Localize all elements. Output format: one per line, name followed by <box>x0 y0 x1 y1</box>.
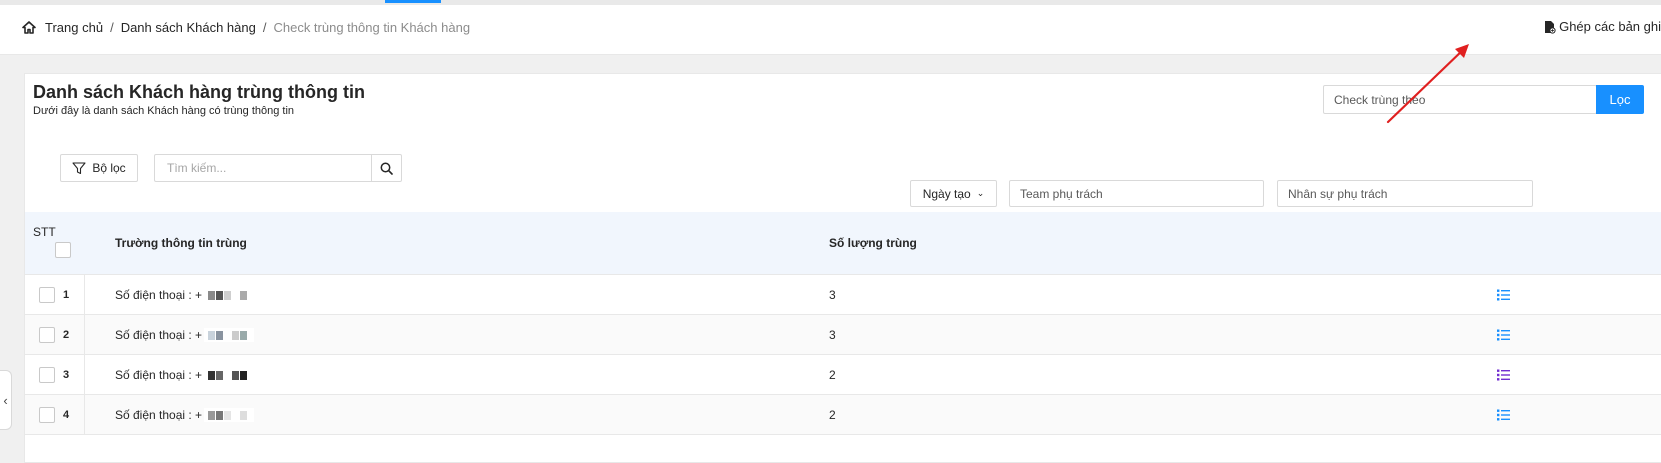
list-icon[interactable] <box>1497 289 1510 301</box>
duplicate-field-text: Số điện thoại : + <box>115 368 203 382</box>
duplicate-count: 3 <box>829 288 836 302</box>
team-in-charge-input[interactable] <box>1009 180 1264 207</box>
column-divider <box>84 275 85 315</box>
table-row: 1 Số điện thoại : + 3 <box>25 275 1661 315</box>
list-icon[interactable] <box>1497 409 1510 421</box>
redacted-phone <box>204 368 255 382</box>
duplicate-field-value: Số điện thoại : + <box>115 328 255 342</box>
duplicate-field-value: Số điện thoại : + <box>115 408 255 422</box>
page-title: Danh sách Khách hàng trùng thông tin <box>33 82 365 102</box>
redacted-phone <box>204 288 255 302</box>
duplicate-field-text: Số điện thoại : + <box>115 408 203 422</box>
select-all-checkbox[interactable] <box>55 242 71 258</box>
breadcrumb-current: Check trùng thông tin Khách hàng <box>273 20 471 35</box>
row-checkbox[interactable] <box>39 407 55 423</box>
redacted-phone <box>204 328 255 342</box>
funnel-icon <box>72 161 86 174</box>
breadcrumb-separator: / <box>110 20 114 35</box>
column-header-stt: STT <box>33 225 56 239</box>
row-number: 1 <box>63 289 70 301</box>
sidebar-collapse-toggle[interactable]: ‹ <box>0 370 12 430</box>
duplicate-field-text: Số điện thoại : + <box>115 288 203 302</box>
row-number: 3 <box>63 369 70 381</box>
created-date-label: Ngày tạo <box>922 186 971 201</box>
row-number: 4 <box>63 409 70 421</box>
check-duplicate-by-input[interactable] <box>1323 85 1597 114</box>
duplicate-field-text: Số điện thoại : + <box>115 328 203 342</box>
merge-records-button[interactable]: Ghép các bản ghi <box>1544 19 1661 34</box>
table-row: 3 Số điện thoại : + 2 <box>25 355 1661 395</box>
magnifier-icon <box>380 162 393 175</box>
redacted-phone <box>204 408 255 422</box>
breadcrumb: Trang chủ / Danh sách Khách hàng / Check… <box>22 20 470 35</box>
filter-button[interactable]: Bộ lọc <box>60 154 138 182</box>
breadcrumb-home[interactable]: Trang chủ <box>45 20 103 35</box>
staff-in-charge-input[interactable] <box>1277 180 1533 207</box>
duplicate-customers-card: Danh sách Khách hàng trùng thông tin Dướ… <box>24 73 1661 463</box>
chevron-down-icon: ⌄ <box>976 188 985 198</box>
row-checkbox[interactable] <box>39 287 55 303</box>
active-nav-indicator <box>385 0 441 3</box>
column-divider <box>84 355 85 395</box>
duplicates-table: STT Trường thông tin trùng Số lượng trùn… <box>25 212 1661 435</box>
file-merge-icon <box>1545 20 1556 34</box>
duplicate-field-value: Số điện thoại : + <box>115 368 255 382</box>
breadcrumb-customer-list[interactable]: Danh sách Khách hàng <box>121 20 256 35</box>
merge-records-label: Ghép các bản ghi <box>1559 19 1661 34</box>
duplicate-field-value: Số điện thoại : + <box>115 288 255 302</box>
home-icon[interactable] <box>22 21 36 34</box>
filter-button-label: Bộ lọc <box>92 161 126 175</box>
table-row: 4 Số điện thoại : + 2 <box>25 395 1661 435</box>
table-header: STT Trường thông tin trùng Số lượng trùn… <box>25 212 1661 275</box>
table-row: 2 Số điện thoại : + 3 <box>25 315 1661 355</box>
column-header-duplicate-field: Trường thông tin trùng <box>115 236 247 250</box>
search-button[interactable] <box>371 154 402 182</box>
list-icon[interactable] <box>1497 329 1510 341</box>
row-number: 2 <box>63 329 70 341</box>
page-header: Trang chủ / Danh sách Khách hàng / Check… <box>0 5 1661 55</box>
page-subtitle: Dưới đây là danh sách Khách hàng có trùn… <box>33 105 295 117</box>
created-date-dropdown[interactable]: Ngày tạo ⌄ <box>910 180 997 207</box>
column-divider <box>84 315 85 355</box>
chevron-left-icon: ‹ <box>3 392 8 408</box>
apply-duplicate-filter-button[interactable]: Lọc <box>1596 85 1644 114</box>
column-divider <box>84 395 85 435</box>
list-icon[interactable] <box>1497 369 1510 381</box>
row-checkbox[interactable] <box>39 367 55 383</box>
duplicate-count: 2 <box>829 408 836 422</box>
breadcrumb-separator: / <box>262 20 267 35</box>
duplicate-count: 3 <box>829 328 836 342</box>
row-checkbox[interactable] <box>39 327 55 343</box>
search-input[interactable] <box>154 154 371 182</box>
column-header-duplicate-count: Số lượng trùng <box>829 236 917 250</box>
duplicate-count: 2 <box>829 368 836 382</box>
